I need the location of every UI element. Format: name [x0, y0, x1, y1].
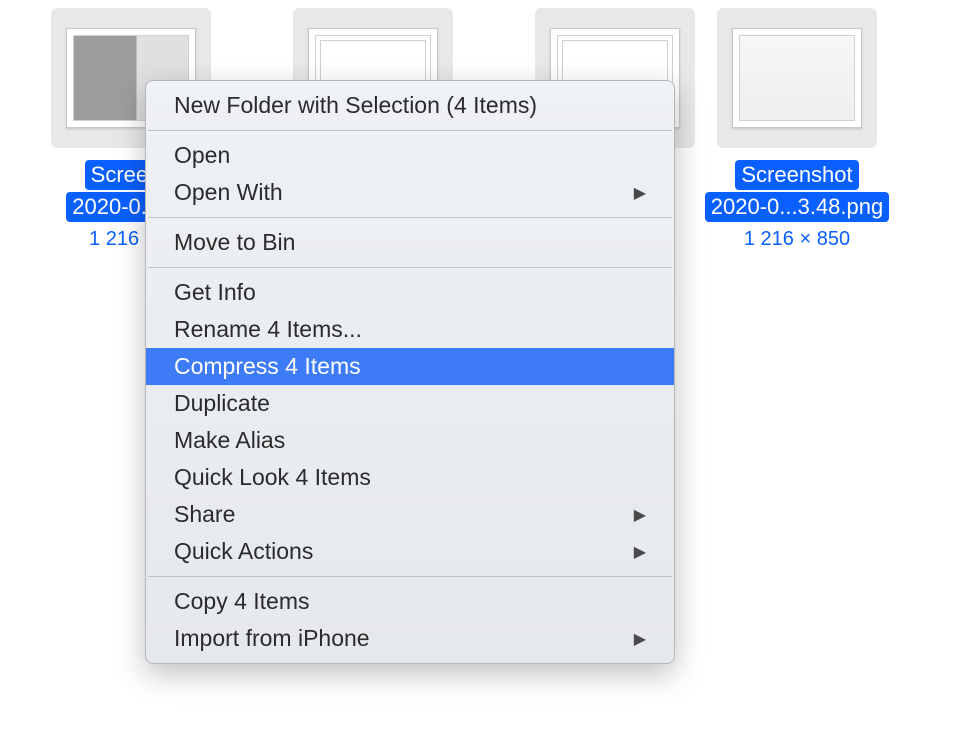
menu-label: Duplicate — [174, 390, 270, 417]
menu-open[interactable]: Open — [146, 137, 674, 174]
menu-quick-look[interactable]: Quick Look 4 Items — [146, 459, 674, 496]
file-label: Screenshot 2020-0...3.48.png 1 216 × 850 — [705, 160, 889, 251]
menu-new-folder-with-selection[interactable]: New Folder with Selection (4 Items) — [146, 87, 674, 124]
menu-label: Quick Actions — [174, 538, 313, 565]
menu-make-alias[interactable]: Make Alias — [146, 422, 674, 459]
menu-duplicate[interactable]: Duplicate — [146, 385, 674, 422]
menu-label: Share — [174, 501, 235, 528]
menu-move-to-bin[interactable]: Move to Bin — [146, 224, 674, 261]
menu-label: Copy 4 Items — [174, 588, 310, 615]
chevron-right-icon: ▶ — [634, 505, 646, 525]
context-menu: New Folder with Selection (4 Items) Open… — [145, 80, 675, 664]
file-item[interactable]: Screenshot 2020-0...3.48.png 1 216 × 850 — [696, 0, 898, 251]
menu-separator — [148, 217, 672, 218]
file-name-line: Screenshot — [735, 160, 858, 190]
chevron-right-icon: ▶ — [634, 183, 646, 203]
file-thumbnail — [717, 8, 877, 148]
menu-get-info[interactable]: Get Info — [146, 274, 674, 311]
chevron-right-icon: ▶ — [634, 629, 646, 649]
menu-label: Import from iPhone — [174, 625, 370, 652]
menu-label: New Folder with Selection (4 Items) — [174, 92, 537, 119]
menu-label: Open — [174, 142, 230, 169]
menu-label: Open With — [174, 179, 283, 206]
menu-label: Quick Look 4 Items — [174, 464, 371, 491]
menu-separator — [148, 576, 672, 577]
menu-import-from-iphone[interactable]: Import from iPhone ▶ — [146, 620, 674, 657]
menu-label: Get Info — [174, 279, 256, 306]
menu-rename[interactable]: Rename 4 Items... — [146, 311, 674, 348]
menu-label: Compress 4 Items — [174, 353, 361, 380]
file-dimensions: 1 216 × 850 — [744, 228, 850, 251]
menu-copy[interactable]: Copy 4 Items — [146, 583, 674, 620]
menu-quick-actions[interactable]: Quick Actions ▶ — [146, 533, 674, 570]
file-name-line: 2020-0...3.48.png — [705, 192, 889, 222]
menu-share[interactable]: Share ▶ — [146, 496, 674, 533]
menu-label: Rename 4 Items... — [174, 316, 362, 343]
menu-label: Make Alias — [174, 427, 285, 454]
menu-label: Move to Bin — [174, 229, 295, 256]
menu-open-with[interactable]: Open With ▶ — [146, 174, 674, 211]
chevron-right-icon: ▶ — [634, 542, 646, 562]
menu-separator — [148, 267, 672, 268]
menu-separator — [148, 130, 672, 131]
menu-compress[interactable]: Compress 4 Items — [146, 348, 674, 385]
